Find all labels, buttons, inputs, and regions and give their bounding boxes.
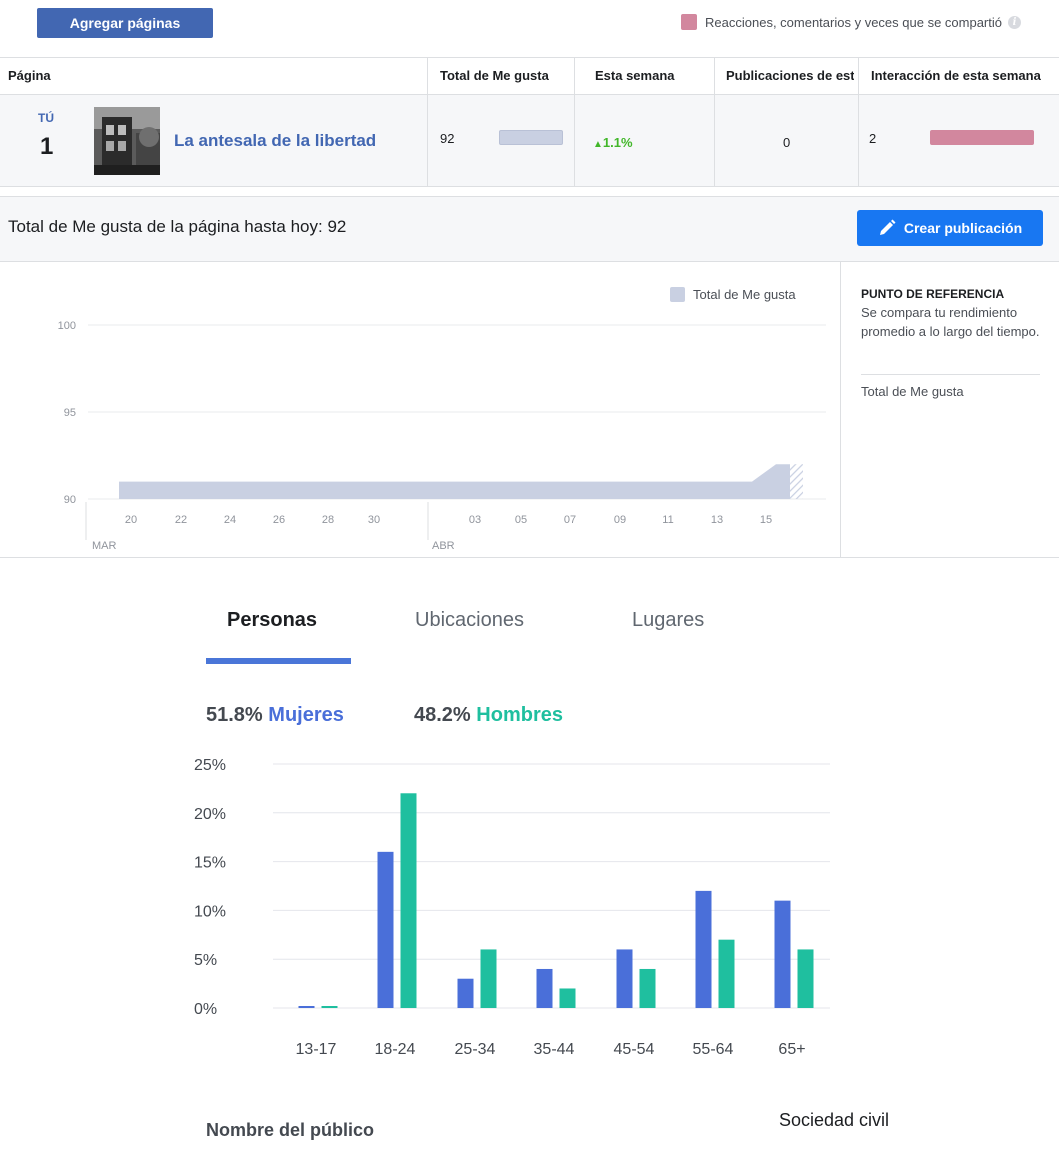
add-pages-button[interactable]: Agregar páginas: [37, 8, 213, 38]
likes-area-series: [119, 464, 790, 499]
bar-women: [616, 949, 633, 1008]
y-tick-label: 95: [64, 407, 76, 419]
likes-line-chart: 90 95 100 20 22 24 26 28 30 03 05 07 09 11 13 15 MAR ABR T…: [58, 287, 826, 552]
page-name-link[interactable]: La antesala de la libertad: [174, 131, 376, 151]
x-tick-label: 18-24: [375, 1041, 416, 1058]
x-tick-label: 55-64: [693, 1041, 734, 1058]
y-tick-label: 100: [58, 320, 76, 332]
tab-people[interactable]: Personas: [227, 609, 317, 632]
benchmark-description: Se compara tu rendimiento promedio a lo …: [861, 305, 1040, 339]
bar-women: [536, 968, 553, 1008]
pencil-icon: [879, 219, 896, 235]
engagement-legend: Reacciones, comentarios y veces que se c…: [681, 14, 1021, 30]
legend-swatch: [681, 14, 698, 30]
legend-swatch: [670, 287, 685, 302]
x-tick-label: 26: [273, 514, 285, 526]
x-tick-label: 28: [322, 514, 334, 526]
audience-name-value: Sociedad civil: [779, 1110, 890, 1130]
likes-section-header: Total de Me gusta de la página hasta hoy…: [0, 196, 1059, 262]
x-tick-label: 11: [662, 514, 673, 526]
bar-women: [377, 851, 394, 1008]
x-tick-label: 24: [224, 514, 236, 526]
create-post-button[interactable]: Crear publicación: [857, 210, 1043, 246]
benchmark-item[interactable]: Total de Me gusta: [861, 384, 964, 399]
y-tick-label: 20%: [194, 806, 226, 823]
engagement-bar: [930, 130, 1034, 145]
tab-places[interactable]: Lugares: [632, 609, 704, 632]
benchmark-title: PUNTO DE REFERENCIA: [861, 287, 1005, 301]
rank-number: 1: [40, 133, 54, 160]
x-tick-label: 03: [469, 514, 481, 526]
x-tick-label: 07: [564, 514, 576, 526]
header-total-likes[interactable]: Total de Me gusta: [440, 58, 570, 95]
x-tick-label: 09: [614, 514, 626, 526]
header-engagement-week[interactable]: Interacción de esta semana: [871, 58, 1059, 95]
header-posts-week[interactable]: Publicaciones de esta semana: [726, 58, 854, 95]
bar-men: [400, 793, 417, 1008]
bar-men: [639, 968, 656, 1008]
y-tick-label: 25%: [194, 757, 226, 774]
x-tick-label: 15: [760, 514, 772, 526]
x-tick-label: 13: [711, 514, 723, 526]
pages-table-header: Página Total de Me gusta Esta semana Pub…: [0, 57, 1059, 95]
age-gender-bar-chart: 0% 5% 10% 15% 20% 25% 13-17 18-24 25-34 35-44 45-5…: [194, 757, 830, 1058]
x-tick-label: 05: [515, 514, 527, 526]
trend-up-icon: ▲: [593, 139, 603, 150]
y-tick-label: 90: [64, 494, 76, 506]
legend-label: Total de Me gusta: [693, 287, 796, 302]
header-this-week[interactable]: Esta semana: [595, 58, 705, 95]
bar-women: [457, 978, 474, 1008]
y-tick-label: 5%: [194, 952, 217, 969]
x-tick-label: 22: [175, 514, 187, 526]
total-likes-value: 92: [440, 131, 455, 146]
tab-locations[interactable]: Ubicaciones: [415, 609, 524, 632]
y-tick-label: 0%: [194, 1001, 217, 1018]
posts-week-value: 0: [783, 135, 791, 150]
active-tab-indicator: [206, 658, 351, 664]
bar-women: [774, 900, 791, 1008]
bar-men: [718, 939, 735, 1008]
total-likes-bar: [499, 130, 563, 145]
x-tick-label: 65+: [778, 1041, 805, 1058]
month-label: ABR: [432, 540, 455, 552]
likes-title: Total de Me gusta de la página hasta hoy…: [8, 217, 347, 236]
women-summary: 51.8% Mujeres: [206, 704, 344, 726]
y-tick-label: 15%: [194, 855, 226, 872]
y-tick-label: 10%: [194, 903, 226, 920]
bar-men: [480, 949, 497, 1008]
x-tick-label: 45-54: [614, 1041, 655, 1058]
month-label: MAR: [92, 540, 117, 552]
x-tick-label: 13-17: [296, 1041, 337, 1058]
you-label: TÚ: [38, 111, 54, 125]
bar-men: [797, 949, 814, 1008]
header-page[interactable]: Página: [8, 58, 408, 95]
table-row: TÚ 1 La antesala de la libertad 92 ▲1.1%…: [0, 95, 1059, 187]
page-thumbnail[interactable]: [94, 107, 160, 175]
audience-name-label: Nombre del público: [206, 1120, 375, 1140]
x-tick-label: 35-44: [534, 1041, 575, 1058]
info-icon[interactable]: i: [1008, 15, 1021, 29]
bar-women: [695, 890, 712, 1008]
projection-hatch: [790, 464, 803, 499]
legend-label: Reacciones, comentarios y veces que se c…: [705, 14, 1002, 30]
engagement-value: 2: [869, 131, 877, 146]
bar-men: [321, 1006, 338, 1008]
men-summary: 48.2% Hombres: [414, 704, 563, 726]
bar-men: [559, 988, 576, 1008]
weekly-change: ▲1.1%: [593, 135, 633, 150]
x-tick-label: 30: [368, 514, 380, 526]
x-tick-label: 20: [125, 514, 137, 526]
bar-women: [298, 1006, 315, 1008]
x-tick-label: 25-34: [455, 1041, 496, 1058]
